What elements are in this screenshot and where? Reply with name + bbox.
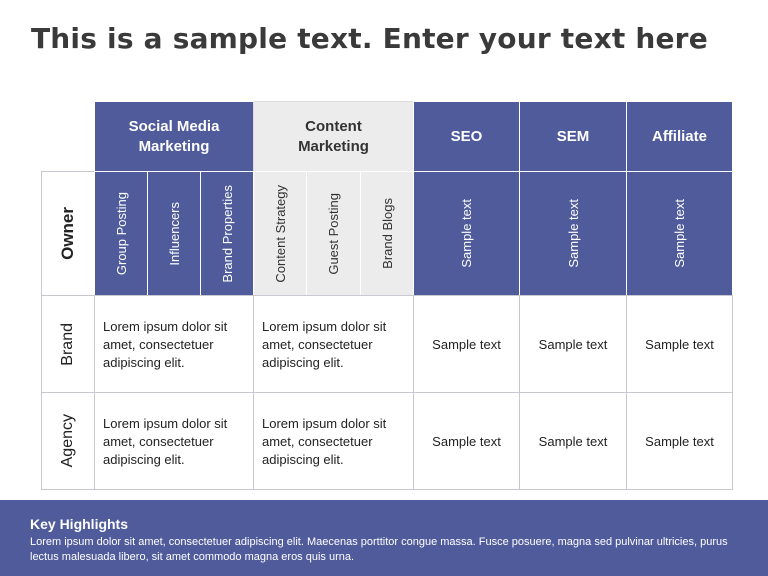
table-cell: Lorem ipsum dolor sit amet, consectetuer… bbox=[253, 295, 414, 393]
subheader-label: Sample text bbox=[672, 199, 687, 268]
header-label: Social Media Marketing bbox=[128, 117, 220, 155]
table-cell: Sample text bbox=[519, 392, 627, 490]
header-label: Content Marketing bbox=[298, 117, 369, 155]
header-sem: SEM bbox=[519, 101, 627, 172]
row-label-agency: Agency bbox=[41, 392, 95, 490]
key-highlights-banner: Key Highlights Lorem ipsum dolor sit ame… bbox=[0, 500, 768, 576]
subheader-label: Brand Blogs bbox=[379, 198, 395, 269]
table-cell: Sample text bbox=[626, 392, 733, 490]
subheader-cell: Influencers bbox=[147, 171, 201, 296]
subheader-label: Content Strategy bbox=[272, 184, 288, 283]
header-seo: SEO bbox=[413, 101, 520, 172]
page-title: This is a sample text. Enter your text h… bbox=[31, 22, 708, 55]
table-cell: Lorem ipsum dolor sit amet, consectetuer… bbox=[94, 392, 254, 490]
subheader-cell: Brand Properties bbox=[200, 171, 254, 296]
subheader-label: Group Posting bbox=[113, 191, 129, 276]
brand-label: Brand bbox=[59, 322, 76, 366]
table-cell: Sample text bbox=[413, 392, 520, 490]
subheader-cell: Group Posting bbox=[94, 171, 148, 296]
subheader-cell: Sample text bbox=[626, 171, 733, 296]
table-cell: Lorem ipsum dolor sit amet, consectetuer… bbox=[253, 392, 414, 490]
table-cell: Lorem ipsum dolor sit amet, consectetuer… bbox=[94, 295, 254, 393]
table-cell: Sample text bbox=[626, 295, 733, 393]
header-social-media: Social Media Marketing bbox=[94, 101, 254, 172]
subheader-label: Brand Properties bbox=[219, 184, 235, 283]
subheader-cell: Brand Blogs bbox=[360, 171, 414, 296]
row-label-owner: Owner bbox=[41, 171, 95, 296]
subheader-cell: Sample text bbox=[519, 171, 627, 296]
subheader-cell: Content Strategy bbox=[253, 171, 307, 296]
agency-label: Agency bbox=[59, 414, 76, 468]
owner-label: Owner bbox=[58, 207, 77, 260]
header-affiliate: Affiliate bbox=[626, 101, 733, 172]
subheader-label: Sample text bbox=[459, 199, 474, 268]
subheader-label: Sample text bbox=[565, 199, 581, 268]
table-cell: Sample text bbox=[413, 295, 520, 393]
subheader-cell: Guest Posting bbox=[306, 171, 361, 296]
subheader-label: Influencers bbox=[166, 201, 182, 266]
subheader-cell: Sample text bbox=[413, 171, 520, 296]
table-cell: Sample text bbox=[519, 295, 627, 393]
subheader-label: Guest Posting bbox=[326, 192, 341, 275]
key-highlights-heading: Key Highlights bbox=[30, 516, 129, 532]
key-highlights-text: Lorem ipsum dolor sit amet, consectetuer… bbox=[30, 536, 728, 563]
row-label-brand: Brand bbox=[41, 295, 95, 393]
header-content-marketing: Content Marketing bbox=[253, 101, 414, 172]
